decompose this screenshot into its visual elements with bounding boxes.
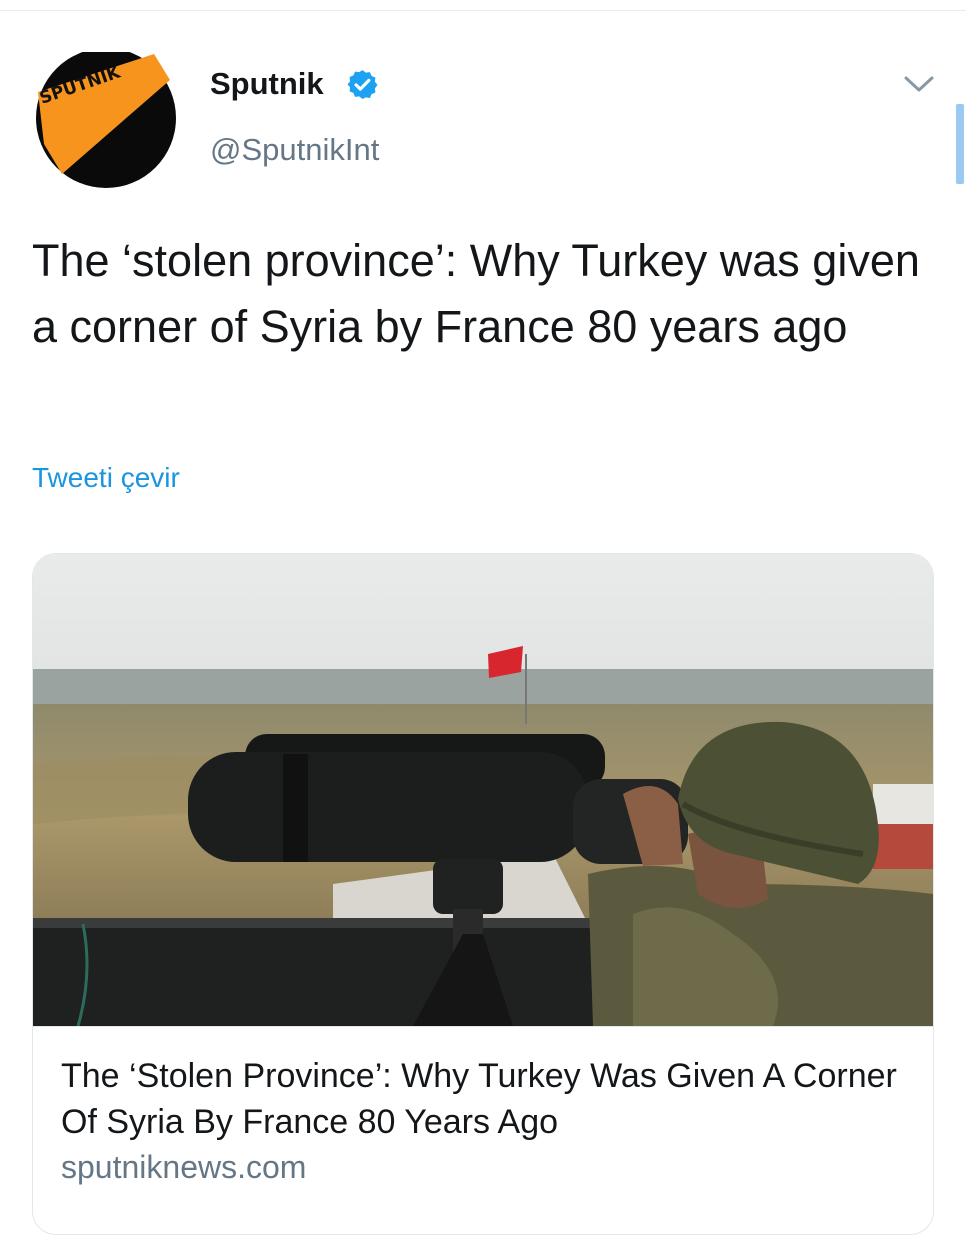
chevron-down-icon[interactable] — [902, 72, 936, 96]
translate-tweet-link[interactable]: Tweeti çevir — [32, 462, 180, 494]
tweet-text: The ‘stolen province’: Why Turkey was gi… — [32, 235, 920, 352]
author-handle[interactable]: @SputnikInt — [210, 132, 379, 168]
card-image-soldier-binoculars — [33, 554, 933, 1026]
top-divider — [0, 10, 966, 11]
verified-badge-icon — [347, 70, 378, 99]
sputnik-logo-avatar[interactable]: SPUTNIK — [32, 52, 177, 189]
link-preview-card[interactable]: The ‘Stolen Province’: Why Turkey Was Gi… — [32, 553, 934, 1235]
scrollbar-thumb[interactable] — [956, 104, 964, 184]
card-title[interactable]: The ‘Stolen Province’: Why Turkey Was Gi… — [61, 1053, 901, 1145]
card-body: The ‘Stolen Province’: Why Turkey Was Gi… — [33, 1026, 933, 1185]
author-name[interactable]: Sputnik — [210, 66, 324, 102]
card-domain[interactable]: sputniknews.com — [61, 1149, 306, 1186]
